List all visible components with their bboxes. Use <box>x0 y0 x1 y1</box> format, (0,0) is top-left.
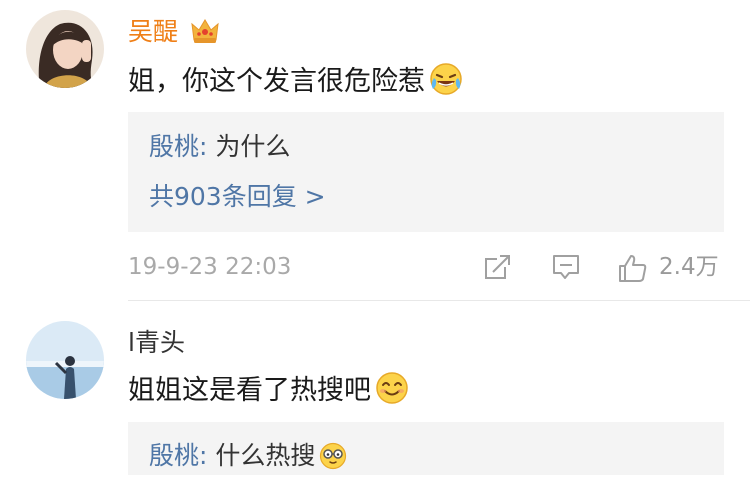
glasses-emoji <box>319 442 347 477</box>
comment-item: l青头 姐姐这是看了热搜吧 殷桃: 什么热搜 <box>0 301 750 475</box>
comment-meta-row: 19-9-23 22:03 2.4万 <box>128 249 728 285</box>
comment-item: 吴醍 姐，你这个发言很危险惹 殷桃: 为什么 共903条回复 > 19-9-23… <box>0 0 750 300</box>
comment-text: 姐姐这是看了热搜吧 <box>128 371 409 414</box>
comment-icon[interactable] <box>551 253 581 281</box>
avatar-image <box>26 10 104 88</box>
reply-author[interactable]: 殷桃: <box>149 441 207 470</box>
comment-text: 姐，你这个发言很危险惹 <box>128 62 463 105</box>
reply-body: 为什么 <box>207 132 291 161</box>
reply-author[interactable]: 殷桃: <box>149 132 207 161</box>
avatar-image <box>26 321 104 399</box>
view-more-replies-link[interactable]: 共903条回复 > <box>149 182 326 212</box>
timestamp: 19-9-23 22:03 <box>128 254 292 280</box>
share-icon[interactable] <box>483 253 513 281</box>
crown-badge-icon <box>190 16 220 50</box>
reply-box[interactable]: 殷桃: 为什么 共903条回复 > <box>128 112 724 232</box>
laughing-tears-emoji <box>429 62 463 105</box>
like-icon[interactable] <box>617 253 647 282</box>
username[interactable]: l青头 <box>128 328 185 358</box>
reply-line: 殷桃: 什么热搜 <box>149 441 347 477</box>
avatar[interactable] <box>26 10 104 88</box>
reply-line: 殷桃: 为什么 <box>149 132 290 162</box>
avatar[interactable] <box>26 321 104 399</box>
comment-body: 姐，你这个发言很危险惹 <box>128 66 425 97</box>
comment-body: 姐姐这是看了热搜吧 <box>128 375 371 406</box>
username-vip[interactable]: 吴醍 <box>128 17 178 47</box>
reply-box[interactable]: 殷桃: 什么热搜 <box>128 422 724 475</box>
reply-body: 什么热搜 <box>207 441 316 470</box>
smile-emoji <box>375 371 409 414</box>
like-count: 2.4万 <box>659 254 719 280</box>
